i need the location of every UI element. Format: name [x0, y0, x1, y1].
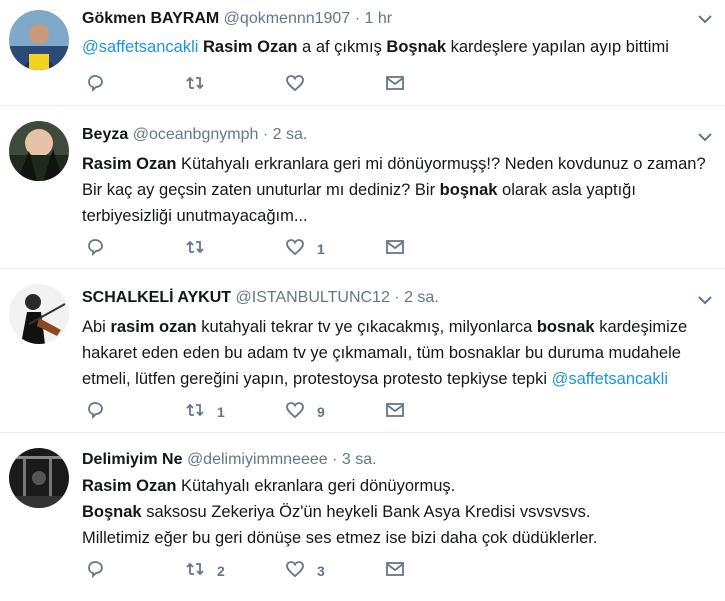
like-count: 3 [317, 563, 325, 579]
tweet-header: SCHALKELİ AYKUT @ISTANBULTUNC12 · 2 sa. [82, 288, 715, 308]
keyword-highlight: rasim ozan [110, 318, 197, 336]
display-name[interactable]: Beyza [82, 126, 128, 143]
keyword-highlight: Boşnak [386, 38, 447, 56]
tweet-text: Abi rasim ozan kutahyali tekrar tv ye çı… [82, 318, 688, 388]
keyword-highlight: Boşnak [82, 503, 142, 521]
reply-button[interactable] [85, 560, 185, 582]
envelope-icon [385, 400, 405, 425]
direct-message-button[interactable] [385, 401, 485, 423]
tweet-3[interactable]: SCHALKELİ AYKUT @ISTANBULTUNC12 · 2 sa. … [0, 269, 725, 433]
chevron-down-icon[interactable] [697, 12, 713, 24]
timestamp[interactable]: 2 sa. [404, 289, 439, 306]
retweet-count: 2 [217, 563, 225, 579]
keyword-highlight: Rasim Ozan [82, 477, 177, 495]
display-name[interactable]: Delimiyim Ne [82, 451, 182, 468]
separator: · [394, 289, 400, 306]
separator: · [262, 126, 269, 143]
mention-link[interactable]: @saffetsancakli [82, 38, 198, 56]
tweet-actions: 2 3 [85, 560, 485, 582]
reply-button[interactable] [85, 74, 185, 96]
envelope-icon [385, 73, 405, 98]
retweet-button[interactable]: 1 [185, 401, 285, 423]
like-button[interactable]: 3 [285, 560, 385, 582]
user-handle[interactable]: @oceanbgnymph [133, 126, 259, 143]
keyword-highlight: Rasim Ozan [82, 155, 177, 173]
retweet-icon [185, 73, 205, 98]
direct-message-button[interactable] [385, 74, 485, 96]
timestamp[interactable]: 1 hr [364, 10, 392, 27]
avatar[interactable] [9, 448, 69, 508]
like-button[interactable]: 9 [285, 401, 385, 423]
tweet-1[interactable]: Gökmen BAYRAM @qokmennn1907 · 1 hr @saff… [0, 0, 725, 106]
envelope-icon [385, 237, 405, 262]
like-count: 1 [317, 241, 325, 257]
tweet-header: Delimiyim Ne @delimiyimmneeee · 3 sa. [82, 450, 715, 470]
retweet-icon [185, 559, 205, 584]
tweet-text: @saffetsancakli Rasim Ozan a af çıkmış B… [82, 38, 669, 56]
retweet-count: 1 [217, 404, 225, 420]
heart-icon [285, 400, 305, 425]
tweet-2[interactable]: Beyza @oceanbgnymph · 2 sa. Rasim Ozan K… [0, 106, 725, 269]
retweet-icon [185, 400, 205, 425]
reply-icon [85, 559, 105, 584]
like-count: 9 [317, 404, 325, 420]
heart-icon [285, 73, 305, 98]
mention-link[interactable]: @saffetsancakli [552, 370, 668, 388]
direct-message-button[interactable] [385, 238, 485, 260]
like-button[interactable]: 1 [285, 238, 385, 260]
reply-icon [85, 237, 105, 262]
user-handle[interactable]: @ISTANBULTUNC12 [236, 289, 390, 306]
avatar[interactable] [9, 284, 69, 344]
tweet-4[interactable]: Delimiyim Ne @delimiyimmneeee · 3 sa. Ra… [0, 433, 725, 601]
retweet-button[interactable] [185, 74, 285, 96]
direct-message-button[interactable] [385, 560, 485, 582]
chevron-down-icon[interactable] [697, 293, 713, 305]
tweet-actions [85, 74, 485, 96]
like-button[interactable] [285, 74, 385, 96]
user-handle[interactable]: @delimiyimmneeee [187, 451, 328, 468]
reply-button[interactable] [85, 238, 185, 260]
reply-icon [85, 73, 105, 98]
heart-icon [285, 559, 305, 584]
chevron-down-icon[interactable] [697, 130, 713, 142]
timestamp[interactable]: 3 sa. [342, 451, 377, 468]
envelope-icon [385, 559, 405, 584]
keyword-highlight: Rasim Ozan [203, 38, 298, 56]
separator: · [332, 451, 338, 468]
keyword-highlight: boşnak [439, 181, 498, 199]
display-name[interactable]: Gökmen BAYRAM [82, 10, 219, 27]
tweet-actions: 1 9 [85, 401, 485, 423]
tweet-actions: 1 [85, 238, 485, 260]
tweet-header: Gökmen BAYRAM @qokmennn1907 · 1 hr [82, 9, 715, 29]
display-name[interactable]: SCHALKELİ AYKUT [82, 289, 231, 306]
tweet-text: Rasim Ozan Kütahyalı ekranlara geri dönü… [82, 477, 598, 547]
retweet-button[interactable]: 2 [185, 560, 285, 582]
reply-icon [85, 400, 105, 425]
retweet-icon [185, 237, 205, 262]
reply-button[interactable] [85, 401, 185, 423]
retweet-button[interactable] [185, 238, 285, 260]
avatar[interactable] [9, 121, 69, 181]
separator: · [354, 10, 361, 27]
tweet-header: Beyza @oceanbgnymph · 2 sa. [82, 125, 715, 145]
tweet-text: Rasim Ozan Kütahyalı erkranlara geri mi … [82, 155, 706, 225]
avatar[interactable] [9, 10, 69, 70]
keyword-highlight: bosnak [536, 318, 595, 336]
user-handle[interactable]: @qokmennn1907 [224, 10, 351, 27]
timestamp[interactable]: 2 sa. [273, 126, 308, 143]
heart-icon [285, 237, 305, 262]
